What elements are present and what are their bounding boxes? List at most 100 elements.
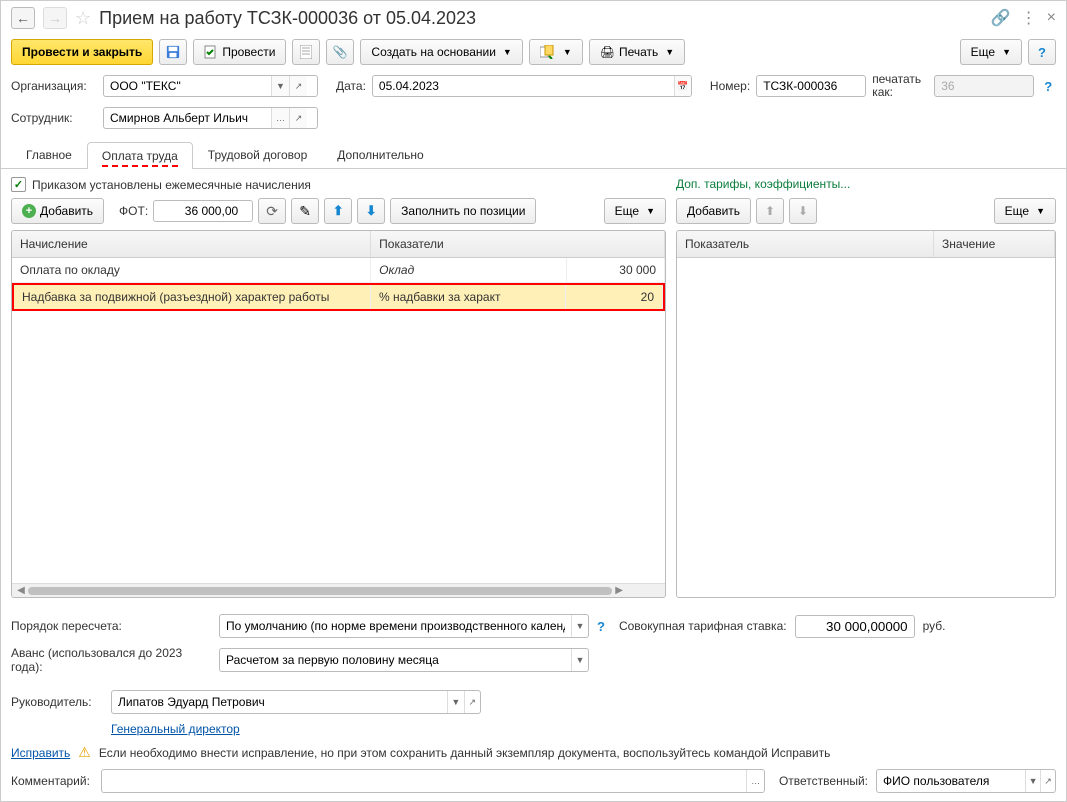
dropdown-icon[interactable]: ▼ bbox=[271, 76, 289, 96]
warning-icon: ⚠ bbox=[78, 744, 91, 761]
dropdown-icon[interactable]: ▼ bbox=[447, 691, 463, 713]
add-row-button[interactable]: +Добавить bbox=[11, 198, 104, 224]
paperclip-icon: 📎 bbox=[333, 45, 348, 59]
window-title: Прием на работу ТСЗК-000036 от 05.04.202… bbox=[99, 8, 983, 29]
caret-down-icon: ▼ bbox=[1002, 47, 1011, 57]
manager-input[interactable] bbox=[112, 693, 447, 711]
dropdown-icon[interactable]: ▼ bbox=[1025, 770, 1040, 792]
table-more-button[interactable]: Еще▼ bbox=[604, 198, 666, 224]
plus-icon: + bbox=[22, 204, 36, 218]
caret-down-icon: ▼ bbox=[646, 206, 655, 216]
responsible-label: Ответственный: bbox=[779, 774, 868, 788]
more-menu-icon[interactable]: ⋮ bbox=[1021, 8, 1037, 28]
edit-row-button[interactable]: ✎ bbox=[291, 198, 319, 224]
responsible-input[interactable] bbox=[877, 772, 1025, 790]
field-help-icon[interactable]: ? bbox=[597, 619, 605, 634]
question-icon: ? bbox=[1038, 45, 1046, 60]
link-icon[interactable]: 🔗 bbox=[991, 8, 1011, 28]
indicators-table-header: Показатель Значение bbox=[677, 231, 1055, 258]
tab-main[interactable]: Главное bbox=[11, 141, 87, 168]
printer-icon: 🖨 bbox=[600, 45, 615, 59]
recalc-order-label: Порядок пересчета: bbox=[11, 619, 211, 633]
fot-input[interactable] bbox=[154, 201, 244, 221]
print-as-label: печатать как: bbox=[872, 73, 928, 99]
document-icon bbox=[300, 45, 312, 59]
table-row[interactable]: Оплата по окладу Оклад 30 000 bbox=[12, 258, 665, 283]
refresh-button[interactable]: ⟳ bbox=[258, 198, 286, 224]
document-button[interactable] bbox=[292, 39, 320, 65]
calendar-icon[interactable]: 📅 bbox=[674, 76, 691, 96]
tab-additional[interactable]: Дополнительно bbox=[322, 141, 438, 168]
dropdown-icon[interactable]: ▼ bbox=[571, 649, 588, 671]
save-button[interactable] bbox=[159, 39, 187, 65]
org-label: Организация: bbox=[11, 79, 97, 93]
move-up-disabled-button: ⬆ bbox=[756, 198, 784, 224]
indicators-table-body bbox=[677, 258, 1055, 597]
arrow-up-icon: ⬆ bbox=[765, 204, 775, 218]
submit-button[interactable]: Провести bbox=[193, 39, 286, 65]
tab-payment[interactable]: Оплата труда bbox=[87, 142, 193, 169]
attachment-button[interactable]: 📎 bbox=[326, 39, 354, 65]
move-up-button[interactable]: ⬆ bbox=[324, 198, 352, 224]
date-input[interactable] bbox=[373, 76, 674, 96]
submit-document-icon bbox=[204, 45, 218, 59]
comment-label: Комментарий: bbox=[11, 774, 93, 788]
favorite-star-icon[interactable]: ☆ bbox=[75, 8, 91, 29]
field-help-icon[interactable]: ? bbox=[1044, 79, 1052, 94]
cumulative-rate-label: Совокупная тарифная ставка: bbox=[619, 619, 787, 633]
refresh-icon: ⟳ bbox=[266, 203, 278, 220]
ellipsis-icon[interactable]: … bbox=[746, 770, 764, 792]
advance-select[interactable] bbox=[220, 651, 571, 669]
number-input[interactable] bbox=[757, 76, 866, 96]
scroll-right-icon[interactable]: ▶ bbox=[612, 585, 626, 596]
move-down-button[interactable]: ⬇ bbox=[357, 198, 385, 224]
more-button[interactable]: Еще▼ bbox=[960, 39, 1022, 65]
comment-input[interactable] bbox=[102, 772, 746, 790]
arrow-down-icon: ⬇ bbox=[366, 203, 377, 219]
help-button[interactable]: ? bbox=[1028, 39, 1056, 65]
number-label: Номер: bbox=[710, 79, 750, 93]
tab-contract[interactable]: Трудовой договор bbox=[193, 141, 322, 168]
copy-to-icon bbox=[540, 45, 556, 59]
ellipsis-icon[interactable]: … bbox=[271, 108, 289, 128]
fix-link[interactable]: Исправить bbox=[11, 746, 70, 760]
manager-position-link[interactable]: Генеральный директор bbox=[111, 722, 240, 736]
nav-forward-button[interactable]: → bbox=[43, 7, 67, 29]
open-icon[interactable]: ↗ bbox=[289, 108, 307, 128]
submit-and-close-button[interactable]: Провести и закрыть bbox=[11, 39, 153, 65]
caret-down-icon: ▼ bbox=[1036, 206, 1045, 216]
rate-unit: руб. bbox=[923, 619, 946, 633]
cumulative-rate-input[interactable] bbox=[795, 615, 915, 638]
scrollbar-thumb[interactable] bbox=[28, 587, 612, 595]
employee-label: Сотрудник: bbox=[11, 111, 97, 125]
recalc-order-select[interactable] bbox=[220, 617, 571, 635]
pencil-icon: ✎ bbox=[299, 203, 311, 220]
open-icon[interactable]: ↗ bbox=[289, 76, 307, 96]
monthly-accrual-checkbox[interactable]: ✓ bbox=[11, 177, 26, 192]
move-down-disabled-button: ⬇ bbox=[789, 198, 817, 224]
fill-by-position-button[interactable]: Заполнить по позиции bbox=[390, 198, 536, 224]
org-input[interactable] bbox=[104, 76, 271, 96]
dropdown-icon[interactable]: ▼ bbox=[571, 615, 588, 637]
employee-input[interactable] bbox=[104, 108, 271, 128]
copy-document-button[interactable]: ▼ bbox=[529, 39, 583, 65]
open-icon[interactable]: ↗ bbox=[1040, 770, 1055, 792]
caret-down-icon: ▼ bbox=[503, 47, 512, 57]
floppy-disk-icon bbox=[166, 45, 180, 59]
close-window-icon[interactable]: × bbox=[1047, 9, 1056, 27]
fot-label: ФОТ: bbox=[119, 204, 148, 218]
horizontal-scrollbar[interactable]: ◀ ▶ bbox=[12, 583, 665, 597]
fix-hint-text: Если необходимо внести исправление, но п… bbox=[99, 746, 831, 760]
nav-back-button[interactable]: ← bbox=[11, 7, 35, 29]
create-based-on-button[interactable]: Создать на основании▼ bbox=[360, 39, 522, 65]
add-indicator-button[interactable]: Добавить bbox=[676, 198, 751, 224]
scroll-left-icon[interactable]: ◀ bbox=[14, 585, 28, 596]
tariffs-link[interactable]: Доп. тарифы, коэффициенты... bbox=[676, 177, 1056, 198]
open-icon[interactable]: ↗ bbox=[464, 691, 480, 713]
arrow-down-icon: ⬇ bbox=[798, 204, 808, 218]
print-button[interactable]: 🖨 Печать▼ bbox=[589, 39, 685, 65]
caret-down-icon: ▼ bbox=[665, 47, 674, 57]
date-label: Дата: bbox=[336, 79, 366, 93]
indicator-more-button[interactable]: Еще▼ bbox=[994, 198, 1056, 224]
table-row[interactable]: Надбавка за подвижной (разъездной) харак… bbox=[12, 283, 665, 311]
